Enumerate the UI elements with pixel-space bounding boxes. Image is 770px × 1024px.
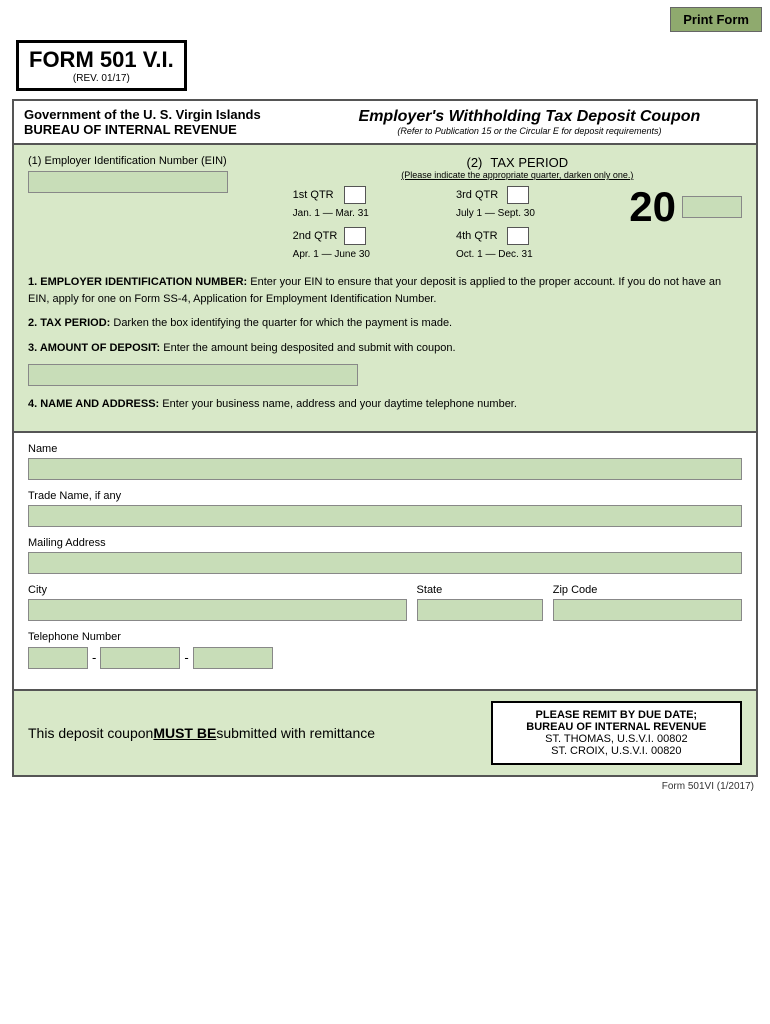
q4-checkbox[interactable]: [507, 227, 529, 245]
city-state-zip-row: City State Zip Code: [28, 584, 742, 621]
coupon-title: Employer's Withholding Tax Deposit Coupo…: [313, 108, 746, 126]
amount-deposit-container: [28, 364, 742, 386]
name-input[interactable]: [28, 458, 742, 480]
instruction-1: 1. EMPLOYER IDENTIFICATION NUMBER: Enter…: [28, 274, 742, 307]
remit-title-2: BUREAU OF INTERNAL REVENUE: [501, 721, 732, 733]
tax-info-row: (1) Employer Identification Number (EIN)…: [28, 155, 742, 264]
form-header: Government of the U. S. Virgin Islands B…: [14, 101, 756, 145]
form-green-body: (1) Employer Identification Number (EIN)…: [14, 145, 756, 431]
footer-section: This deposit coupon MUST BE submitted wi…: [14, 689, 756, 775]
agency-line2: BUREAU OF INTERNAL REVENUE: [24, 122, 313, 137]
footer-text-part1: This deposit coupon: [28, 725, 153, 741]
remit-address-1: ST. THOMAS, U.S.V.I. 00802: [501, 733, 732, 745]
q1-date: Jan. 1 — Mar. 31: [293, 208, 456, 219]
city-group: City: [28, 584, 407, 621]
zip-group: Zip Code: [553, 584, 742, 621]
tax-period-sublabel: (Please indicate the appropriate quarter…: [293, 170, 742, 180]
ein-input[interactable]: [28, 171, 228, 193]
coupon-title-area: Employer's Withholding Tax Deposit Coupo…: [313, 108, 746, 136]
year-suffix-input[interactable]: [682, 196, 742, 218]
trade-name-label: Trade Name, if any: [28, 490, 742, 502]
q3-checkbox[interactable]: [507, 186, 529, 204]
year-section: 20: [619, 186, 742, 228]
state-group: State: [417, 584, 543, 621]
remit-address-2: ST. CROIX, U.S.V.I. 00820: [501, 745, 732, 757]
main-form: Government of the U. S. Virgin Islands B…: [12, 99, 758, 777]
ein-label: (1) Employer Identification Number (EIN): [28, 155, 253, 167]
agency-line1: Government of the U. S. Virgin Islands: [24, 107, 313, 122]
q2-label: 2nd QTR: [293, 230, 338, 242]
name-group: Name: [28, 443, 742, 480]
q3-label: 3rd QTR: [456, 189, 501, 201]
phone-dash-1: -: [92, 650, 96, 665]
telephone-label: Telephone Number: [28, 631, 742, 643]
instruction-2-label: 2. TAX PERIOD:: [28, 317, 110, 329]
q1-checkbox[interactable]: [344, 186, 366, 204]
phone-prefix-input[interactable]: [100, 647, 180, 669]
trade-name-input[interactable]: [28, 505, 742, 527]
footer-must-be: MUST BE: [153, 725, 216, 741]
form-revision: (REV. 01/17): [29, 73, 174, 84]
q2-date: Apr. 1 — June 30: [293, 249, 456, 260]
form-footer-note: Form 501VI (1/2017): [8, 777, 762, 796]
instruction-4: 4. NAME AND ADDRESS: Enter your business…: [28, 396, 742, 413]
instruction-4-text: Enter your business name, address and yo…: [162, 398, 517, 410]
phone-number-input[interactable]: [193, 647, 273, 669]
name-label: Name: [28, 443, 742, 455]
footer-text-part2: submitted with remittance: [216, 725, 375, 741]
tax-period-section: (2) TAX PERIOD (Please indicate the appr…: [273, 155, 742, 264]
phone-section: - -: [28, 647, 742, 669]
state-input[interactable]: [417, 599, 543, 621]
q2-row: 2nd QTR: [293, 227, 456, 245]
instruction-2: 2. TAX PERIOD: Darken the box identifyin…: [28, 315, 742, 332]
q1-label: 1st QTR: [293, 189, 338, 201]
zip-input[interactable]: [553, 599, 742, 621]
state-label: State: [417, 584, 543, 596]
q4-label: 4th QTR: [456, 230, 501, 242]
mailing-address-label: Mailing Address: [28, 537, 742, 549]
print-form-button[interactable]: Print Form: [670, 7, 762, 32]
instruction-3-label: 3. AMOUNT OF DEPOSIT:: [28, 342, 160, 354]
q3-row: 3rd QTR: [456, 186, 619, 204]
ein-section: (1) Employer Identification Number (EIN): [28, 155, 253, 264]
city-label: City: [28, 584, 407, 596]
footer-right: PLEASE REMIT BY DUE DATE; BUREAU OF INTE…: [491, 701, 742, 765]
q4-date: Oct. 1 — Dec. 31: [456, 249, 619, 260]
instruction-2-text: Darken the box identifying the quarter f…: [113, 317, 452, 329]
instruction-3-text: Enter the amount being desposited and su…: [163, 342, 455, 354]
coupon-subtitle: (Refer to Publication 15 or the Circular…: [313, 126, 746, 136]
q2-checkbox[interactable]: [344, 227, 366, 245]
page: Print Form FORM 501 V.I. (REV. 01/17) Go…: [0, 0, 770, 1024]
telephone-group: Telephone Number - -: [28, 631, 742, 669]
remit-title-1: PLEASE REMIT BY DUE DATE;: [501, 709, 732, 721]
footer-left: This deposit coupon MUST BE submitted wi…: [28, 701, 491, 765]
amount-deposit-input[interactable]: [28, 364, 358, 386]
instruction-1-label: 1. EMPLOYER IDENTIFICATION NUMBER:: [28, 276, 247, 288]
form-title-box: FORM 501 V.I. (REV. 01/17): [16, 40, 187, 91]
mailing-address-group: Mailing Address: [28, 537, 742, 574]
q1-row: 1st QTR: [293, 186, 456, 204]
instructions-area: 1. EMPLOYER IDENTIFICATION NUMBER: Enter…: [28, 274, 742, 413]
section2-label: (2): [467, 155, 483, 170]
phone-dash-2: -: [184, 650, 188, 665]
tax-period-label: TAX PERIOD: [490, 155, 568, 170]
instruction-3: 3. AMOUNT OF DEPOSIT: Enter the amount b…: [28, 340, 742, 357]
q4-row: 4th QTR: [456, 227, 619, 245]
trade-name-group: Trade Name, if any: [28, 490, 742, 527]
instruction-4-label: 4. NAME AND ADDRESS:: [28, 398, 159, 410]
city-input[interactable]: [28, 599, 407, 621]
q3-date: July 1 — Sept. 30: [456, 208, 619, 219]
year-prefix: 20: [629, 186, 676, 228]
name-address-section: Name Trade Name, if any Mailing Address …: [14, 431, 756, 679]
zip-label: Zip Code: [553, 584, 742, 596]
form-title: FORM 501 V.I.: [29, 47, 174, 73]
agency-info: Government of the U. S. Virgin Islands B…: [24, 107, 313, 137]
mailing-address-input[interactable]: [28, 552, 742, 574]
phone-area-input[interactable]: [28, 647, 88, 669]
